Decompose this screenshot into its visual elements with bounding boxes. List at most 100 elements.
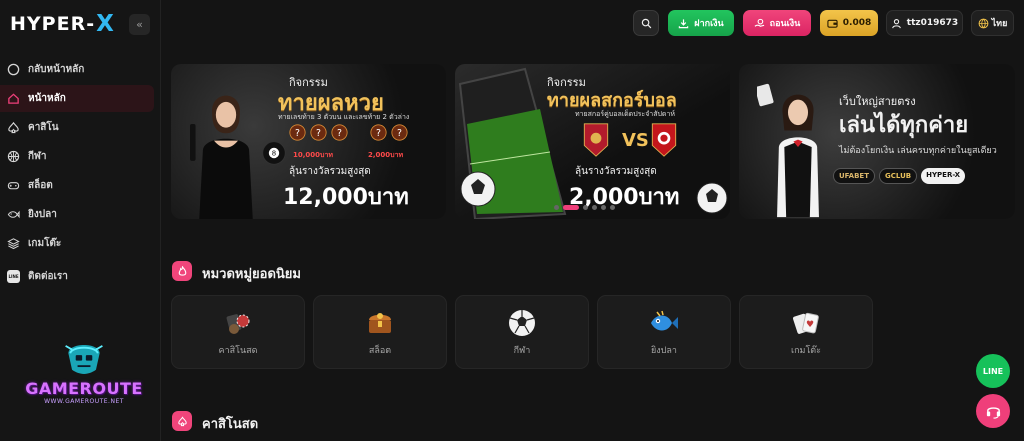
brand-logo[interactable]: HYPER- X	[10, 10, 114, 38]
watermark-title: GAMEROUTE	[25, 379, 143, 398]
fire-icon	[172, 261, 192, 281]
globe-icon	[978, 18, 989, 28]
provider-logo-ufabet: UFABET	[833, 168, 875, 184]
carousel-dots	[554, 205, 615, 210]
promo-carousel: 8 กิจกรรม ทายผลหวย ทายเลขท้าย 3 ตัวบน แล…	[171, 64, 1016, 220]
playing-cards-icon: ♥	[793, 312, 819, 334]
category-table-games[interactable]: ♥ เกมโต๊ะ	[739, 295, 873, 369]
sidebar-item-label: เกมโต๊ะ	[28, 238, 62, 249]
sidebar-item-label: คาสิโน	[28, 122, 59, 133]
withdraw-button[interactable]: ถอนเงิน	[743, 10, 811, 36]
user-account-button[interactable]: ttz019673	[886, 10, 963, 36]
sidebar-item-home[interactable]: หน้าหลัก	[0, 85, 154, 112]
category-label: ยิงปลา	[651, 346, 677, 356]
prize-a: 10,000บาท	[293, 151, 334, 159]
mascot-icon	[65, 344, 103, 374]
banner-title: เล่นได้ทุกค่าย	[839, 113, 969, 138]
collapse-sidebar-button[interactable]: «	[129, 14, 150, 35]
question-ball-icon: ?	[289, 124, 306, 141]
fish-icon	[651, 310, 678, 331]
watermark: GAMEROUTE WWW.GAMEROUTE.NET	[14, 333, 154, 405]
watermark-url: WWW.GAMEROUTE.NET	[44, 398, 124, 405]
svg-text:?: ?	[337, 128, 342, 139]
deposit-button[interactable]: ฝากเงิน	[668, 10, 734, 36]
search-button[interactable]	[633, 10, 659, 36]
top-header: ฝากเงิน ถอนเงิน 0.008 ttz019673 ไทย	[161, 0, 1024, 44]
username: ttz019673	[906, 18, 959, 28]
carousel-dot[interactable]	[554, 205, 559, 210]
svg-text:?: ?	[397, 128, 402, 139]
line-icon: LINE	[7, 270, 20, 283]
question-ball-icon: ?	[391, 124, 408, 141]
banner-subtitle: ทายสกอร์คู่บอลเด็ดประจำสัปดาห์	[575, 110, 676, 118]
banner-caption: ลุ้นรางวัลรวมสูงสุด	[289, 166, 371, 177]
sidebar-item-casino[interactable]: คาสิโน	[0, 114, 154, 141]
home-icon	[7, 92, 20, 105]
svg-text:?: ?	[295, 128, 300, 139]
live-casino-section-title: คาสิโนสด	[202, 417, 259, 432]
banner-caption: ลุ้นรางวัลรวมสูงสุด	[575, 166, 657, 177]
category-live-casino[interactable]: คาสิโนสด	[171, 295, 305, 369]
versus-label: VS	[622, 130, 649, 151]
support-button[interactable]	[976, 394, 1010, 428]
spade-icon	[172, 411, 192, 431]
svg-text:8: 8	[272, 150, 276, 158]
fish-icon	[7, 208, 20, 221]
headset-icon	[986, 406, 1000, 419]
layers-icon	[7, 237, 20, 250]
sidebar-item-sports[interactable]: กีฬา	[0, 143, 154, 170]
sidebar-item-fishing[interactable]: ยิงปลา	[0, 201, 154, 228]
withdraw-label: ถอนเงิน	[769, 19, 801, 29]
gamepad-icon	[7, 179, 20, 192]
sidebar-item-label: หน้าหลัก	[28, 93, 66, 104]
sidebar-item-back-home[interactable]: กลับหน้าหลัก	[0, 56, 154, 83]
wallet-icon	[827, 19, 838, 28]
provider-logo-gclub: GCLUB	[878, 168, 918, 184]
carousel-dot[interactable]	[592, 205, 597, 210]
treasure-chest-icon	[369, 313, 391, 333]
deposit-label: ฝากเงิน	[694, 19, 724, 29]
sidebar-item-label: สล็อต	[28, 180, 53, 191]
category-slots[interactable]: สล็อต	[313, 295, 447, 369]
svg-text:♥: ♥	[806, 320, 814, 330]
brand-logo-text: HYPER-	[10, 13, 96, 35]
carousel-dot[interactable]	[610, 205, 615, 210]
promo-banner-all-providers[interactable]: เว็บใหญ่สายตรง เล่นได้ทุกค่าย ไม่ต้องโยก…	[739, 64, 1015, 219]
line-label: LINE	[982, 366, 1004, 376]
sidebar-nav: กลับหน้าหลัก หน้าหลัก คาสิโน กีฬา สล็อต …	[0, 56, 161, 292]
language-selector[interactable]: ไทย	[971, 10, 1014, 36]
language-label: ไทย	[991, 19, 1008, 29]
promo-banner-lottery[interactable]: 8 กิจกรรม ทายผลหวย ทายเลขท้าย 3 ตัวบน แล…	[171, 64, 446, 219]
search-icon	[641, 18, 651, 28]
carousel-dot[interactable]	[601, 205, 606, 210]
basketball-icon	[7, 150, 20, 163]
download-icon	[679, 18, 689, 28]
carousel-dot-active[interactable]	[563, 205, 579, 210]
wallet-balance[interactable]: 0.008	[820, 10, 878, 36]
promo-banner-football[interactable]: กิจกรรม ทายผลสกอร์บอล ทายสกอร์คู่บอลเด็ด…	[455, 64, 730, 219]
svg-text:?: ?	[316, 128, 321, 139]
prize-b: 2,000บาท	[368, 151, 404, 159]
carousel-dot[interactable]	[583, 205, 588, 210]
model-image	[190, 95, 253, 219]
banner-amount: 12,000บาท	[283, 185, 409, 210]
category-sports[interactable]: กีฬา	[455, 295, 589, 369]
collapse-icon: «	[136, 18, 143, 31]
sidebar-item-slots[interactable]: สล็อต	[0, 172, 154, 199]
eight-ball-icon: 8	[262, 141, 286, 165]
category-label: สล็อต	[368, 346, 392, 356]
circle-icon	[7, 63, 20, 76]
sidebar-item-label: ติดต่อเรา	[28, 271, 68, 282]
banner-subtitle: ไม่ต้องโยกเงิน เล่นครบทุกค่ายในยูสเดียว	[839, 146, 997, 156]
team-crest-a-icon	[583, 123, 609, 157]
sidebar: HYPER- X « กลับหน้าหลัก หน้าหลัก คาสิโน ก…	[0, 0, 161, 441]
category-label: กีฬา	[513, 346, 531, 356]
cash-hand-icon	[754, 18, 764, 27]
line-chat-button[interactable]: LINE	[976, 354, 1010, 388]
sidebar-item-label: ยิงปลา	[28, 209, 57, 220]
category-fishing[interactable]: ยิงปลา	[597, 295, 731, 369]
category-label: คาสิโนสด	[218, 346, 258, 356]
provider-logos: UFABET GCLUB HYPER-X	[833, 168, 966, 184]
sidebar-item-table-games[interactable]: เกมโต๊ะ	[0, 230, 154, 257]
sidebar-item-contact[interactable]: LINE ติดต่อเรา	[0, 263, 154, 290]
